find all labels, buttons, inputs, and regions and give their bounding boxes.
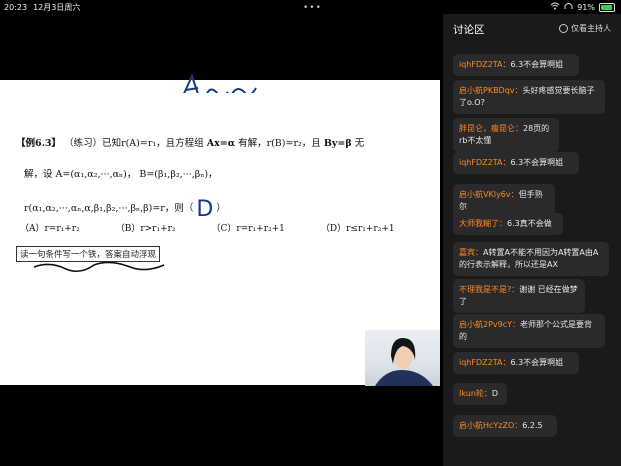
chat-username[interactable]: 大师我糊了： bbox=[459, 219, 507, 228]
chat-text: 6.3不会算啊姐 bbox=[510, 358, 564, 367]
answer-options: （A）r=r₁+r₂ （B）r>r₁+r₂ （C）r=r₁+r₂+1 （D）r≤… bbox=[20, 221, 395, 234]
chat-message: 启小航HcYzZO：6.2.5 bbox=[453, 415, 557, 437]
radio-icon[interactable] bbox=[559, 24, 568, 33]
option-a: （A）r=r₁+r₂ bbox=[20, 224, 80, 234]
problem-text-b: 有解，r(B)=r₂，且 bbox=[238, 138, 321, 149]
headphones-icon bbox=[564, 2, 573, 12]
chat-message: 启小航2Pv9cY：老师那个公式是要背的 bbox=[453, 314, 605, 348]
battery-icon bbox=[599, 2, 615, 12]
chat-username[interactable]: 启小航2Pv9cY： bbox=[459, 320, 520, 329]
problem-text-c: 无 bbox=[354, 138, 365, 149]
problem-line-2: 解，设 A=(α₁,α₂,···,αₙ)， B=(β₁,β₂,···,βₙ)， bbox=[24, 169, 218, 180]
problem-text-d: r(α₁,α₂,···,αₙ,α,β₁,β₂,···,βₙ,β)=r，则（ bbox=[24, 203, 194, 214]
status-date: 12月3日周六 bbox=[33, 2, 81, 12]
chat-username[interactable]: 不理我是不是?： bbox=[459, 285, 519, 294]
problem-text-a: （练习）已知r(A)=r₁，且方程组 bbox=[64, 138, 204, 149]
teacher-webcam bbox=[365, 330, 440, 386]
status-bar: 20:23 12月3日周六 bbox=[0, 0, 443, 14]
chat-username[interactable]: 嘉宾： bbox=[459, 248, 483, 257]
problem-line-3: r(α₁,α₂,···,αₙ,α,β₁,β₂,···,βₙ,β)=r，则（ D … bbox=[24, 192, 226, 222]
chat-text: 6.3真不会做 bbox=[507, 219, 552, 228]
chat-message: iqhFDZ2TA：6.3不会算啊姐 bbox=[453, 152, 579, 174]
option-d: （D）r≤r₁+r₂+1 bbox=[320, 224, 395, 234]
panel-title: 讨论区 bbox=[453, 24, 485, 36]
chat-message: 胖昆仑，瘦昆仑：28页的rb不太懂 bbox=[453, 118, 559, 152]
chat-message: 启小航PKBDqv：头好疼感觉要长脑子了o.O? bbox=[453, 80, 605, 114]
chat-username[interactable]: 胖昆仑，瘦昆仑： bbox=[459, 124, 523, 133]
chat-message: 大师我糊了：6.3真不会做 bbox=[453, 213, 563, 235]
equation-ax: Ax=α bbox=[206, 138, 236, 149]
more-options-icon[interactable]: ••• bbox=[303, 3, 322, 13]
chat-message: Ikun轮：D bbox=[453, 383, 507, 405]
problem-number: 【例6.3】 bbox=[16, 138, 62, 149]
host-only-toggle[interactable]: 仅看主持人 bbox=[559, 23, 611, 34]
chat-username[interactable]: iqhFDZ2TA： bbox=[459, 158, 510, 167]
chat-text: D bbox=[491, 389, 499, 398]
chat-username[interactable]: 启小航PKBDqv： bbox=[459, 86, 523, 95]
chat-text: 6.3不会算啊姐 bbox=[510, 60, 564, 69]
wifi-icon bbox=[550, 2, 560, 12]
problem-text-e: ） bbox=[216, 203, 226, 214]
chat-username[interactable]: 启小航HcYzZO： bbox=[459, 421, 522, 430]
chat-username[interactable]: iqhFDZ2TA： bbox=[459, 358, 510, 367]
system-indicators: 91% bbox=[550, 0, 615, 14]
chat-text: 6.3不会算啊姐 bbox=[510, 158, 564, 167]
chat-username[interactable]: 启小航VKIy6v： bbox=[459, 190, 519, 199]
chat-username[interactable]: Ikun轮： bbox=[459, 389, 492, 398]
chat-message: 不理我是不是?：谢谢 已经在做梦了 bbox=[453, 279, 585, 313]
chat-message: iqhFDZ2TA：6.3不会算啊姐 bbox=[453, 352, 579, 374]
chat-username[interactable]: iqhFDZ2TA： bbox=[459, 60, 510, 69]
battery-percent: 91% bbox=[577, 2, 595, 12]
problem-line-1: 【例6.3】 （练习）已知r(A)=r₁，且方程组 Ax=α 有解，r(B)=r… bbox=[16, 135, 364, 149]
option-b: （B）r>r₁+r₂ bbox=[115, 224, 176, 234]
panel-header: 讨论区 仅看主持人 bbox=[443, 14, 621, 42]
chat-text: 6.2.5 bbox=[522, 421, 543, 430]
handwritten-answer: D bbox=[196, 197, 214, 222]
equation-by: By=β bbox=[323, 138, 352, 149]
discussion-panel: 讨论区 仅看主持人 iqhFDZ2TA：6.3不会算啊姐 启小航PKBDqv：头好… bbox=[443, 14, 621, 466]
chat-message: 嘉宾：A转置A不能不用因为A转置A由A的行表示解释，所以还是AX bbox=[453, 242, 609, 276]
chat-message: iqhFDZ2TA：6.3不会算啊姐 bbox=[453, 54, 579, 76]
person-icon bbox=[375, 338, 433, 386]
option-c: （C）r=r₁+r₂+1 bbox=[211, 224, 285, 234]
status-time: 20:23 bbox=[4, 2, 28, 12]
handwritten-underline bbox=[33, 261, 165, 273]
host-only-label: 仅看主持人 bbox=[571, 24, 611, 33]
